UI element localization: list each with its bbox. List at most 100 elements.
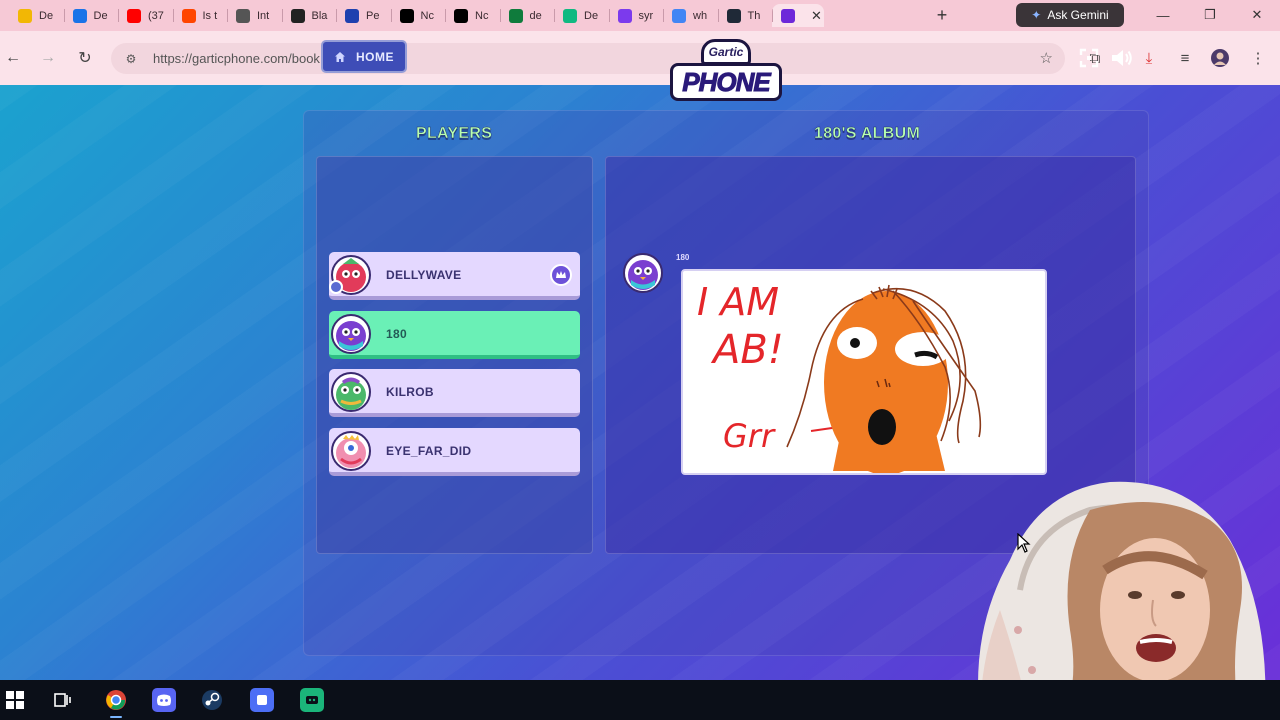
gartic-phone-logo: Gartic PHONE (668, 39, 784, 111)
player-name: 180 (386, 327, 407, 341)
globe-icon (236, 8, 250, 23)
restore-icon[interactable]: ❐ (1200, 5, 1220, 25)
close-tab-icon[interactable]: ✕ (811, 8, 822, 24)
album-drawing: I AM AB! Grr (681, 269, 1047, 475)
browser-tab[interactable]: (37 (118, 4, 173, 27)
browser-tab[interactable]: Nc (390, 4, 446, 27)
browser-tab-label: de (529, 9, 542, 22)
browser-tab-label: Pe (366, 9, 380, 22)
profile-avatar[interactable] (1209, 47, 1231, 69)
minimize-icon[interactable]: — (1153, 5, 1173, 25)
browser-tab-bar: De De (37 Is t Int Bla Pe Nc Nc de De syr wh Th ✕ + ✦ … (0, 0, 1280, 31)
back-arrow-icon[interactable]: ← (2, 47, 24, 69)
media-control-icon[interactable]: ≡ (1174, 47, 1196, 69)
gartic-icon (781, 8, 795, 23)
album-title: 180'S ALBUM (814, 125, 921, 142)
bookmark-star-icon[interactable]: ☆ (1040, 49, 1053, 67)
home-button[interactable]: HOME (321, 40, 407, 73)
browser-tab-label: syr (638, 9, 654, 22)
album-author-name: 180 (676, 253, 690, 262)
browser-tab[interactable]: ✕ (772, 4, 824, 27)
forward-arrow-icon[interactable]: → (37, 47, 59, 69)
peace-icon (617, 8, 632, 23)
discord-taskbar-icon[interactable] (152, 688, 176, 712)
home-label: HOME (356, 49, 394, 64)
player-name: DELLYWAVE (386, 268, 462, 282)
player-card-dellywave[interactable]: DELLYWAVE (329, 252, 580, 300)
gemini-sparkle-icon: ✦ (1031, 8, 1042, 22)
site-info-icon[interactable]: ⚙ (123, 51, 139, 67)
player-card-eye-far-did[interactable]: EYE_FAR_DID (329, 428, 580, 476)
task-view-icon[interactable] (51, 688, 75, 712)
browser-tab[interactable]: Nc (445, 4, 500, 27)
drawing-text-line1: I AM (697, 280, 779, 324)
google-drive-icon (18, 8, 32, 23)
app-taskbar-icon[interactable] (250, 688, 274, 712)
browser-tab[interactable]: de (499, 4, 555, 27)
browser-tab-label: Bla (311, 9, 328, 22)
url-text[interactable]: https://garticphone.com/book (153, 51, 320, 66)
logo-main-text: PHONE (670, 63, 782, 101)
green-doc-icon (508, 8, 523, 23)
drawing-canvas: I AM AB! Grr (697, 280, 982, 473)
home-icon (335, 51, 345, 62)
browser-tab-label: Int (257, 9, 270, 22)
browser-tab-label: wh (693, 9, 708, 22)
k-icon (563, 8, 577, 23)
browser-tab[interactable]: De (554, 4, 609, 27)
player-avatar (331, 431, 371, 471)
x-icon (399, 8, 414, 23)
crown-icon (550, 264, 572, 286)
players-title: PLAYERS (416, 125, 493, 142)
browser-tab[interactable]: syr (608, 4, 664, 27)
browser-tab-label: Nc (475, 9, 489, 22)
browser-tab[interactable]: Pe (336, 4, 391, 27)
player-card-kilrob[interactable]: KILROB (329, 369, 580, 417)
browser-tab[interactable]: wh (663, 4, 718, 27)
pe-icon (345, 8, 359, 23)
player-avatar (331, 314, 371, 354)
reddit-icon (181, 8, 196, 23)
album-author-avatar (623, 253, 663, 293)
google-drive-icon (72, 8, 87, 23)
browser-tab-label: De (93, 9, 108, 22)
download-icon[interactable]: ⤓ (1138, 47, 1160, 69)
sound-icon[interactable] (1110, 47, 1134, 69)
address-bar[interactable]: ⚙ https://garticphone.com/book ☆ (111, 43, 1065, 74)
steam-taskbar-icon[interactable] (200, 688, 224, 712)
browser-tab[interactable]: De (63, 4, 119, 27)
browser-tab-label: De (584, 9, 599, 22)
x-icon (454, 8, 468, 23)
browser-tab[interactable]: De (9, 4, 64, 27)
new-tab-button[interactable]: + (932, 4, 952, 26)
windows-start-icon[interactable] (3, 688, 27, 712)
browser-tab-label: Is t (202, 9, 218, 22)
close-window-icon[interactable]: ✕ (1247, 5, 1267, 25)
player-name: KILROB (386, 385, 434, 399)
google-icon (672, 8, 686, 23)
drawing-text-line2: AB! (710, 327, 784, 373)
browser-tab-label: De (39, 9, 54, 22)
browser-tab[interactable]: Int (227, 4, 282, 27)
browser-tab-label: Nc (420, 9, 434, 22)
logo-top-text: Gartic (701, 39, 751, 65)
owner-indicator-icon (329, 280, 343, 294)
reload-icon[interactable]: ↻ (74, 47, 96, 69)
browser-tab-label: (37 (148, 9, 164, 22)
mouse-cursor-icon (1017, 533, 1031, 553)
dark-icon (726, 8, 741, 23)
ask-gemini-button[interactable]: ✦ Ask Gemini (1016, 3, 1124, 27)
chrome-taskbar-icon[interactable] (104, 688, 128, 718)
wix-icon (290, 8, 305, 23)
browser-tab[interactable]: Is t (172, 4, 228, 27)
player-avatar (331, 372, 371, 412)
browser-tab[interactable]: Th (717, 4, 773, 27)
player-card-180[interactable]: 180 (329, 311, 580, 359)
youtube-icon (127, 8, 141, 23)
ask-gemini-label: Ask Gemini (1047, 8, 1109, 22)
fullscreen-icon[interactable] (1079, 48, 1099, 68)
green-app-taskbar-icon[interactable] (300, 688, 324, 712)
more-menu-icon[interactable]: ⋮ (1247, 47, 1269, 69)
windows-taskbar (0, 680, 1280, 720)
browser-tab[interactable]: Bla (281, 4, 337, 27)
